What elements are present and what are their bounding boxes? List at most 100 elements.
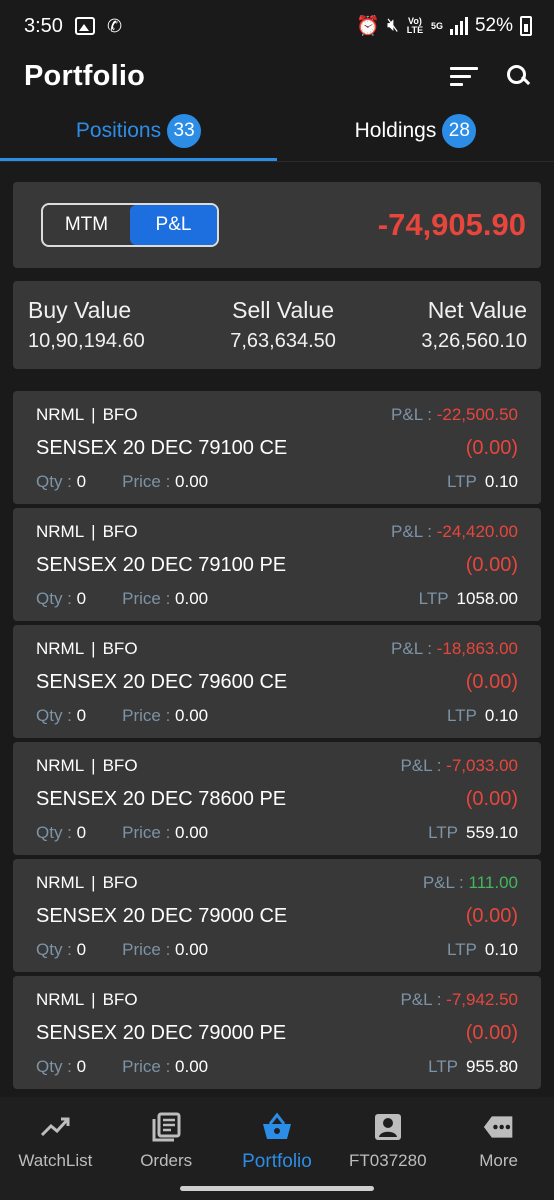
product-exchange: NRML | BFO xyxy=(36,990,138,1010)
product-type: NRML xyxy=(36,990,85,1009)
position-row[interactable]: NRML | BFO P&L : -22,500.50 SENSEX 20 DEC … xyxy=(13,391,541,504)
more-icon xyxy=(483,1111,515,1143)
battery-icon xyxy=(520,16,532,36)
qty-value: 0 xyxy=(76,1057,87,1076)
nav-more-label: More xyxy=(479,1151,518,1170)
qty-value: 0 xyxy=(76,823,87,842)
search-icon[interactable] xyxy=(506,64,530,88)
price-label: Price : xyxy=(122,823,171,842)
gallery-notification-icon xyxy=(74,17,95,35)
ltp-label: LTP xyxy=(428,1057,458,1076)
instrument-symbol: SENSEX 20 DEC 78600 PE xyxy=(36,788,287,810)
price-value: 0.00 xyxy=(175,940,209,959)
separator: | xyxy=(91,756,96,775)
change-percent: (0.00) xyxy=(465,788,518,810)
total-pnl-value: -74,905.90 xyxy=(377,207,526,242)
home-indicator[interactable] xyxy=(180,1186,374,1191)
nav-orders-label: Orders xyxy=(140,1151,193,1170)
qty-label: Qty : xyxy=(36,823,72,842)
pnl-toggle-button[interactable]: P&L xyxy=(130,205,217,245)
price-label: Price : xyxy=(122,589,171,608)
ltp-value: 1058.00 xyxy=(456,589,518,608)
position-row[interactable]: NRML | BFO P&L : -18,863.00 SENSEX 20 DEC … xyxy=(13,625,541,738)
price-value: 0.00 xyxy=(175,1057,209,1076)
trending-up-icon xyxy=(39,1111,71,1143)
ltp-label: LTP xyxy=(428,823,458,842)
qty-value: 0 xyxy=(76,472,87,491)
account-icon xyxy=(372,1111,404,1143)
pnl-value: -7,033.00 xyxy=(446,756,518,775)
position-pnl: P&L : -7,942.50 xyxy=(400,990,518,1010)
ltp-label: LTP xyxy=(446,940,477,959)
product-type: NRML xyxy=(36,522,85,541)
exchange: BFO xyxy=(102,639,138,658)
mtm-toggle-button[interactable]: MTM xyxy=(43,205,130,245)
network-type-indicator: 5G xyxy=(430,20,443,31)
nav-portfolio-label: Portfolio xyxy=(242,1151,312,1172)
position-pnl: P&L : -18,863.00 xyxy=(391,639,518,659)
nav-more[interactable]: More xyxy=(444,1111,554,1200)
position-pnl: P&L : 111.00 xyxy=(423,873,518,893)
ltp-label: LTP xyxy=(418,589,449,608)
pnl-value: -22,500.50 xyxy=(436,405,518,424)
net-value: 3,26,560.10 xyxy=(421,330,527,352)
qty-price: Qty : 0 Price : 0.00 xyxy=(36,706,208,726)
price-label: Price : xyxy=(122,472,171,491)
price-value: 0.00 xyxy=(175,589,209,608)
pnl-value: -7,942.50 xyxy=(446,990,518,1009)
exchange: BFO xyxy=(102,405,138,424)
product-type: NRML xyxy=(36,639,85,658)
qty-label: Qty : xyxy=(36,472,72,491)
status-left: 3:50 ✆ xyxy=(24,15,122,38)
ltp-value: 559.10 xyxy=(466,823,518,842)
tab-positions[interactable]: Positions 33 xyxy=(0,100,277,161)
tab-holdings[interactable]: Holdings 28 xyxy=(277,100,554,161)
ltp-label: LTP xyxy=(446,472,477,491)
change-percent: (0.00) xyxy=(465,905,518,927)
orders-icon xyxy=(150,1111,182,1143)
position-pnl: P&L : -7,033.00 xyxy=(400,756,518,776)
change-percent: (0.00) xyxy=(465,437,518,459)
ltp: LTP 0.10 xyxy=(447,940,518,960)
instrument-symbol: SENSEX 20 DEC 79000 PE xyxy=(36,1022,287,1044)
nav-watchlist[interactable]: WatchList xyxy=(0,1111,110,1200)
separator: | xyxy=(91,873,96,892)
product-exchange: NRML | BFO xyxy=(36,639,138,659)
change-percent: (0.00) xyxy=(465,671,518,693)
status-time: 3:50 xyxy=(24,14,63,37)
pnl-label: P&L : xyxy=(400,990,442,1009)
qty-price: Qty : 0 Price : 0.00 xyxy=(36,472,208,492)
price-value: 0.00 xyxy=(175,706,209,725)
ltp-value: 0.10 xyxy=(484,472,518,491)
sort-filter-icon[interactable] xyxy=(450,65,478,87)
mute-icon: 🔇︎ xyxy=(386,15,399,36)
position-row[interactable]: NRML | BFO P&L : -7,033.00 SENSEX 20 DEC 7… xyxy=(13,742,541,855)
position-row[interactable]: NRML | BFO P&L : -24,420.00 SENSEX 20 DEC … xyxy=(13,508,541,621)
value-summary-card: Buy Value 10,90,194.60 Sell Value 7,63,6… xyxy=(13,281,541,369)
product-type: NRML xyxy=(36,405,85,424)
pnl-value: -18,863.00 xyxy=(436,639,518,658)
status-right: ⏰ 🔇︎ Vo) LTE 5G 52% xyxy=(356,14,532,38)
qty-label: Qty : xyxy=(36,1057,72,1076)
qty-price: Qty : 0 Price : 0.00 xyxy=(36,589,208,609)
change-percent: (0.00) xyxy=(465,554,518,576)
instrument-symbol: SENSEX 20 DEC 79000 CE xyxy=(36,905,288,927)
product-exchange: NRML | BFO xyxy=(36,756,138,776)
product-exchange: NRML | BFO xyxy=(36,405,138,425)
product-type: NRML xyxy=(36,873,85,892)
ltp: LTP 1058.00 xyxy=(419,589,518,609)
position-row[interactable]: NRML | BFO P&L : 111.00 SENSEX 20 DEC 7900… xyxy=(13,859,541,972)
signal-icon xyxy=(449,17,468,35)
pnl-label: P&L : xyxy=(422,873,464,892)
price-label: Price : xyxy=(122,1057,171,1076)
qty-price: Qty : 0 Price : 0.00 xyxy=(36,823,208,843)
alarm-icon: ⏰ xyxy=(356,16,380,37)
exchange: BFO xyxy=(102,756,138,775)
position-row[interactable]: NRML | BFO P&L : -7,942.50 SENSEX 20 DEC 7… xyxy=(13,976,541,1089)
missed-call-notification-icon: ✆ xyxy=(106,15,123,36)
ltp: LTP 0.10 xyxy=(447,706,518,726)
qty-label: Qty : xyxy=(36,589,72,608)
nav-watchlist-label: WatchList xyxy=(18,1151,93,1170)
product-exchange: NRML | BFO xyxy=(36,522,138,542)
volte-indicator: Vo) LTE xyxy=(406,16,424,35)
